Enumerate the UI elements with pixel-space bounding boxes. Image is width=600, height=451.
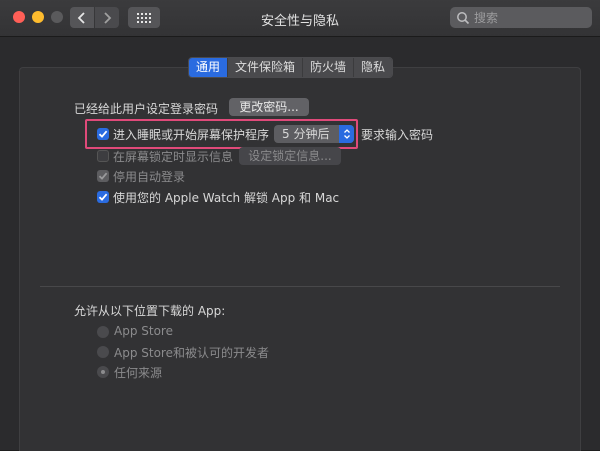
tab-firewall[interactable]: 防火墙 (303, 58, 355, 77)
tab-privacy[interactable]: 隐私 (354, 58, 393, 77)
window-title: 安全性与隐私 (260, 14, 339, 29)
zoom-button[interactable] (51, 11, 63, 23)
disable-auto-login-checkbox[interactable] (97, 170, 109, 182)
tab-general[interactable]: 通用 (189, 58, 229, 77)
title-bar: 安全性与隐私 (0, 0, 600, 37)
search-icon (457, 11, 470, 24)
chevron-right-icon (104, 11, 112, 24)
show-message-label: 在屏幕锁定时显示信息 (113, 150, 234, 164)
change-password-button[interactable]: 更改密码... (229, 98, 309, 116)
show-message-checkbox[interactable] (97, 150, 109, 162)
apple-watch-label: 使用您的 Apple Watch 解锁 App 和 Mac (113, 191, 340, 205)
minimize-button[interactable] (32, 11, 44, 23)
back-button[interactable] (70, 7, 94, 28)
tab-filevault[interactable]: 文件保险箱 (228, 58, 304, 77)
checkmark-icon (98, 193, 108, 201)
password-delay-value: 5 分钟后 (282, 127, 330, 141)
show-all-button[interactable] (128, 7, 160, 28)
search-input[interactable] (470, 10, 584, 25)
tab-bar: 通用 文件保险箱 防火墙 隐私 (188, 57, 394, 78)
password-delay-popup[interactable]: 5 分钟后 (274, 125, 354, 143)
forward-button[interactable] (95, 7, 119, 28)
updown-chevron-icon (339, 125, 354, 143)
radio-anywhere[interactable] (97, 366, 109, 378)
checkmark-icon (98, 172, 108, 180)
preferences-window: 安全性与隐私 通用 文件保险箱 防火墙 隐私 已经给此用户设定登录密码 更改密码… (0, 0, 600, 451)
apple-watch-checkbox[interactable] (97, 191, 109, 203)
close-button[interactable] (13, 11, 25, 23)
set-lock-message-button[interactable]: 设定锁定信息... (239, 147, 341, 165)
checkmark-icon (98, 130, 108, 138)
radio-identified-developers-label: App Store和被认可的开发者 (114, 346, 269, 360)
radio-anywhere-label: 任何来源 (114, 366, 163, 380)
section-divider (40, 286, 560, 287)
require-password-suffix: 要求输入密码 (361, 128, 434, 142)
disable-auto-login-label: 停用自动登录 (113, 170, 186, 184)
password-set-label: 已经给此用户设定登录密码 (74, 102, 219, 116)
require-password-label: 进入睡眠或开始屏幕保护程序 (113, 128, 270, 142)
chevron-left-icon (77, 11, 85, 24)
radio-identified-developers[interactable] (97, 346, 109, 358)
radio-app-store[interactable] (97, 326, 109, 338)
search-field[interactable] (450, 7, 592, 28)
grid-icon (137, 12, 151, 23)
require-password-checkbox[interactable] (97, 128, 109, 140)
downloads-heading: 允许从以下位置下载的 App: (74, 304, 226, 318)
radio-app-store-label: App Store (114, 324, 173, 338)
